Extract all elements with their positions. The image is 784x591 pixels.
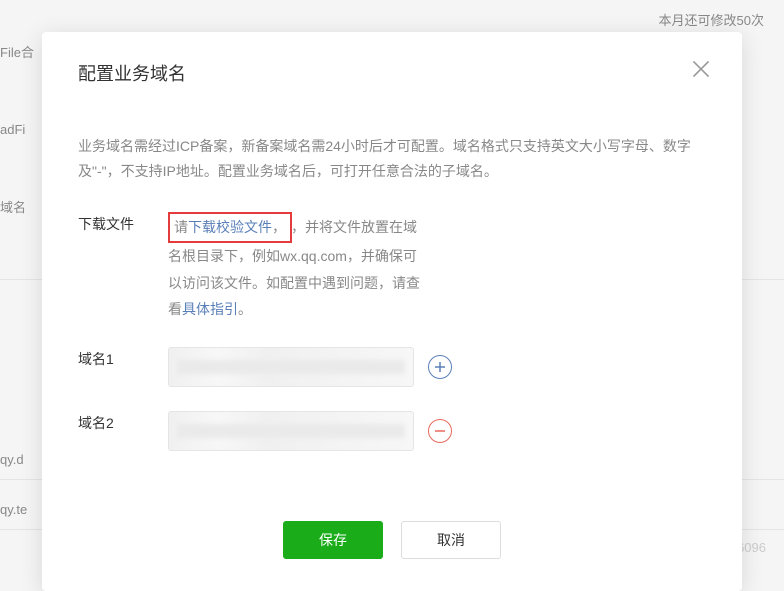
domain-row-2: 域名2 xyxy=(78,411,706,451)
modal-description: 业务域名需经过ICP备案，新备案域名需24小时后才可配置。域名格式只支持英文大小… xyxy=(78,134,706,184)
modal-title: 配置业务域名 xyxy=(78,60,706,86)
remove-domain-button[interactable] xyxy=(428,419,452,443)
modal-backdrop: 配置业务域名 业务域名需经过ICP备案，新备案域名需24小时后才可配置。域名格式… xyxy=(0,0,784,569)
close-button[interactable] xyxy=(688,56,714,82)
add-domain-button[interactable] xyxy=(428,355,452,379)
plus-icon xyxy=(434,361,446,373)
cancel-button[interactable]: 取消 xyxy=(401,521,501,559)
download-verify-file-link[interactable]: 下载校验文件 xyxy=(188,219,272,235)
download-highlight: 请下载校验文件， xyxy=(168,212,292,243)
download-row: 下载文件 请下载校验文件，，并将文件放置在域名根目录下，例如wx.qq.com，… xyxy=(78,212,706,322)
close-icon xyxy=(688,56,714,82)
domain-1-label: 域名1 xyxy=(78,347,168,369)
guide-link[interactable]: 具体指引 xyxy=(182,301,238,317)
save-button[interactable]: 保存 xyxy=(283,521,383,559)
config-domain-modal: 配置业务域名 业务域名需经过ICP备案，新备案域名需24小时后才可配置。域名格式… xyxy=(42,32,742,591)
domain-2-input[interactable] xyxy=(168,411,414,451)
domain-1-input[interactable] xyxy=(168,347,414,387)
domain-row-1: 域名1 xyxy=(78,347,706,387)
download-label: 下载文件 xyxy=(78,212,168,234)
domain-2-label: 域名2 xyxy=(78,411,168,433)
minus-icon xyxy=(434,425,446,437)
modal-actions: 保存 取消 xyxy=(78,521,706,559)
download-instructions: 请下载校验文件，，并将文件放置在域名根目录下，例如wx.qq.com，并确保可以… xyxy=(168,212,428,322)
